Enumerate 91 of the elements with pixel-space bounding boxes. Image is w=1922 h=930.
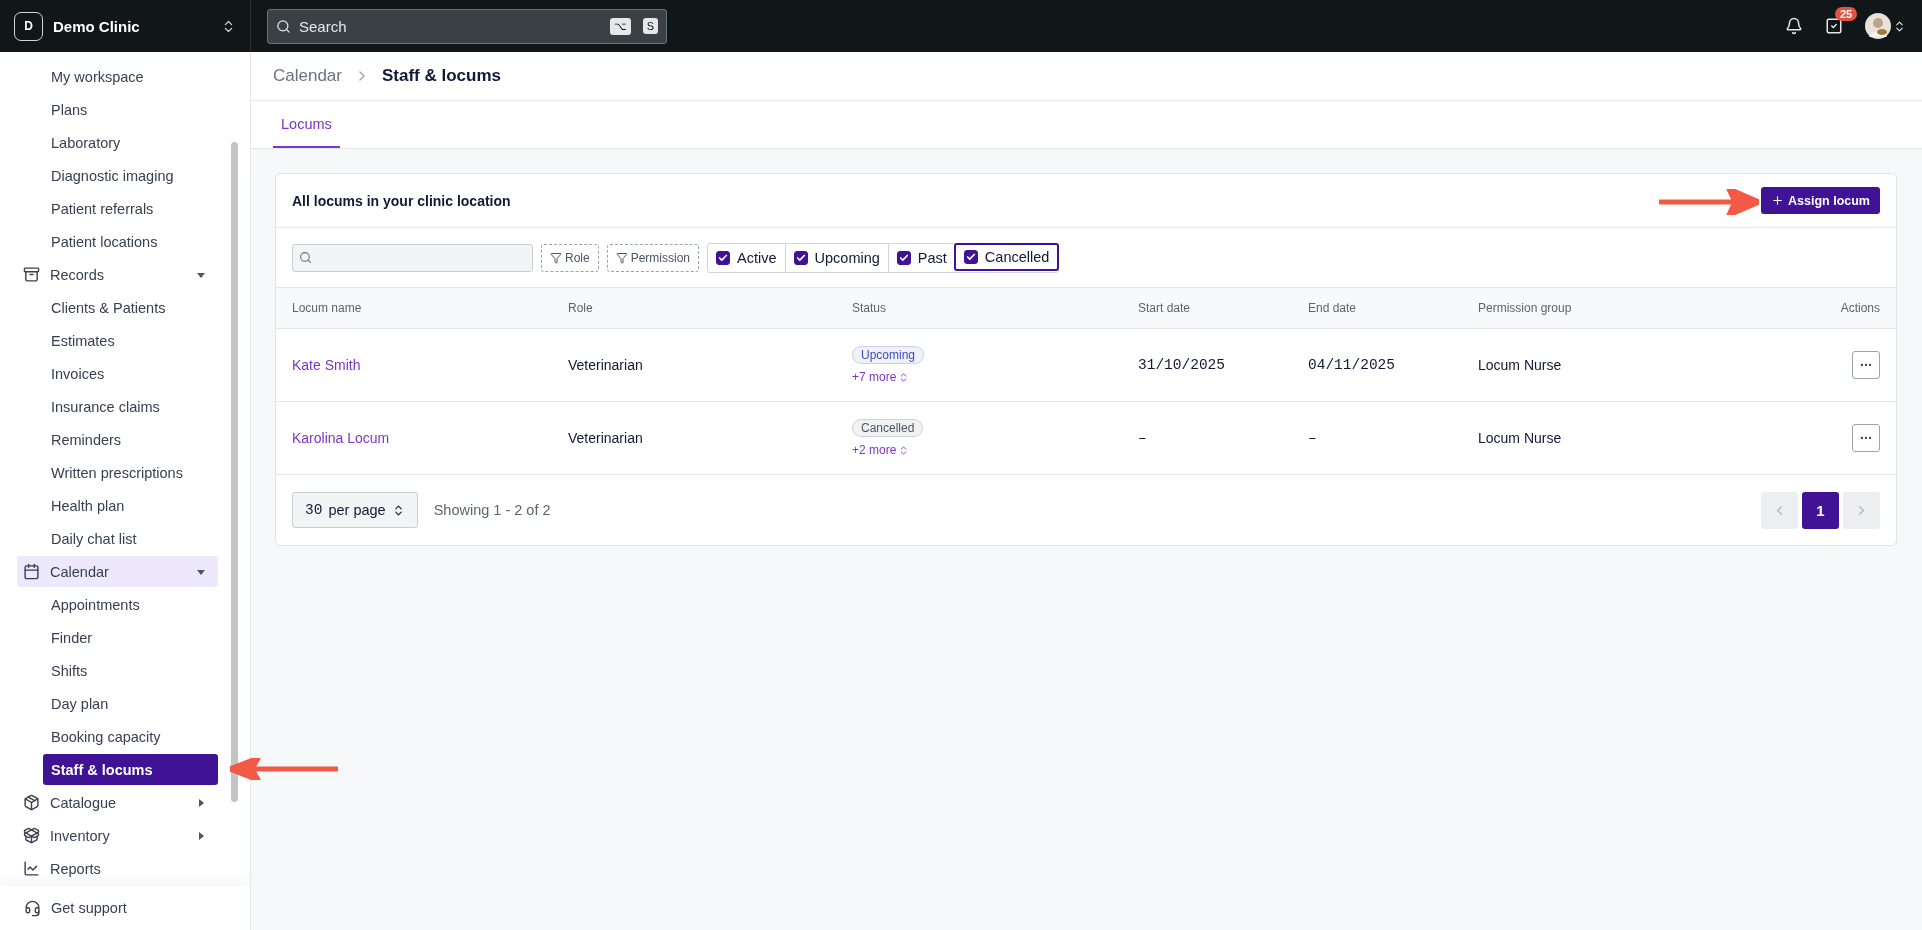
sidebar-item[interactable]: Laboratory (43, 127, 218, 158)
sidebar-group[interactable]: Inventory (17, 820, 218, 851)
sidebar-item[interactable]: Staff & locums (43, 754, 218, 785)
check-icon (898, 252, 909, 263)
filter-button[interactable]: Permission (606, 243, 700, 272)
table-cell-text: Veterinarian (568, 357, 644, 373)
breadcrumb-item[interactable]: Calendar (273, 66, 342, 86)
table-cell-text: Locum Nurse (1478, 430, 1563, 446)
package-icon (23, 827, 40, 844)
chevron-updown-icon[interactable] (1893, 19, 1906, 33)
sidebar-item[interactable]: Written prescriptions (43, 457, 218, 488)
sidebar-item[interactable]: Reminders (43, 424, 218, 455)
checkbox[interactable] (793, 250, 808, 265)
column-header: Status (852, 301, 888, 315)
card-title: All locums in your clinic location (292, 192, 511, 209)
pagination-summary: Showing 1 - 2 of 2 (433, 502, 551, 518)
breadcrumb-item: Staff & locums (382, 66, 502, 86)
cube-icon (23, 794, 40, 811)
shortcut-key: S (642, 18, 658, 34)
plus-icon (1771, 194, 1785, 207)
clinic-name[interactable]: Demo Clinic (53, 17, 211, 35)
sidebar-item[interactable]: Appointments (43, 589, 218, 620)
filter-icon (550, 251, 562, 264)
status-filter[interactable]: Past (887, 243, 955, 272)
column-header: Actions (1839, 301, 1880, 315)
sidebar-item[interactable]: Diagnostic imaging (43, 160, 218, 191)
support-link[interactable]: Get support (51, 900, 127, 916)
sidebar-item[interactable]: Finder (43, 622, 218, 653)
count-badge: 25 (1835, 7, 1858, 21)
table-cell-text: 31/10/2025 (1138, 357, 1226, 373)
checkbox[interactable] (716, 250, 731, 265)
sidebar-item[interactable]: Patient locations (43, 226, 218, 257)
check-icon (795, 252, 806, 263)
locum-name-link[interactable]: Karolina Locum (292, 430, 390, 446)
checkbox[interactable] (963, 249, 978, 264)
more-link[interactable]: +2 more (852, 443, 910, 457)
chart-icon (23, 860, 40, 877)
column-header: End date (1308, 301, 1358, 315)
sidebar-group[interactable]: Records (17, 259, 218, 290)
sidebar-item[interactable]: Day plan (43, 688, 218, 719)
filter-button[interactable]: Role (541, 243, 599, 272)
sidebar-item[interactable]: Shifts (43, 655, 218, 686)
column-header: Start date (1138, 301, 1192, 315)
sidebar-group[interactable]: Reports (17, 853, 218, 884)
scrollbar[interactable] (231, 142, 238, 802)
sidebar-group[interactable]: Calendar (17, 556, 218, 587)
column-header: Permission group (1478, 301, 1573, 315)
more-link[interactable]: +7 more (852, 370, 910, 384)
sidebar-item[interactable]: Daily chat list (43, 523, 218, 554)
checkbox[interactable] (896, 250, 911, 265)
per-page-select[interactable]: 30 per page (292, 492, 418, 528)
status-filter[interactable]: Cancelled (953, 242, 1060, 271)
sidebar-item[interactable]: Health plan (43, 490, 218, 521)
table-cell-text: – (1308, 430, 1318, 446)
sidebar-item[interactable]: Booking capacity (43, 721, 218, 752)
assign-button[interactable]: Assign locum (1761, 187, 1880, 214)
sidebar-item[interactable]: My workspace (43, 61, 218, 92)
status-tag: Upcoming (852, 346, 925, 364)
sidebar-item[interactable]: Estimates (43, 325, 218, 356)
bell-icon[interactable] (1785, 17, 1803, 35)
sidebar-item[interactable]: Clients & Patients (43, 292, 218, 323)
sidebar-item[interactable]: Insurance claims (43, 391, 218, 422)
sidebar-item[interactable]: Plans (43, 94, 218, 125)
clinic-initial: D (14, 11, 43, 41)
table-cell-text: Locum Nurse (1478, 357, 1563, 373)
locum-name-link[interactable]: Kate Smith (292, 357, 361, 373)
calendar-icon (23, 563, 40, 580)
check-icon (965, 251, 976, 262)
headset-icon (24, 899, 41, 917)
filter-icon (615, 251, 628, 264)
page-button[interactable]: 1 (1802, 491, 1839, 529)
sidebar-item[interactable]: Patient referrals (43, 193, 218, 224)
search-field[interactable] (292, 243, 533, 272)
tasks-icon[interactable] (1825, 17, 1843, 35)
table-cell-text: 04/11/2025 (1308, 357, 1396, 373)
sidebar-group[interactable]: Catalogue (17, 787, 218, 818)
shortcut-key: ⌥ (609, 17, 631, 35)
search-field[interactable]: Search ⌥ S (267, 8, 667, 44)
search-icon (276, 18, 291, 34)
column-header: Locum name (292, 301, 363, 315)
table-cell-text: – (1138, 430, 1148, 446)
tab[interactable]: Locums (273, 116, 340, 148)
column-header: Role (568, 301, 594, 315)
archive-icon (23, 266, 40, 283)
status-filter[interactable]: Active (708, 243, 785, 272)
table-cell-text: Veterinarian (568, 430, 644, 446)
sidebar-item[interactable]: Invoices (43, 358, 218, 389)
status-filter[interactable]: Upcoming (784, 243, 888, 272)
check-icon (718, 252, 729, 263)
status-tag: Cancelled (852, 419, 924, 437)
search-icon (299, 251, 312, 264)
